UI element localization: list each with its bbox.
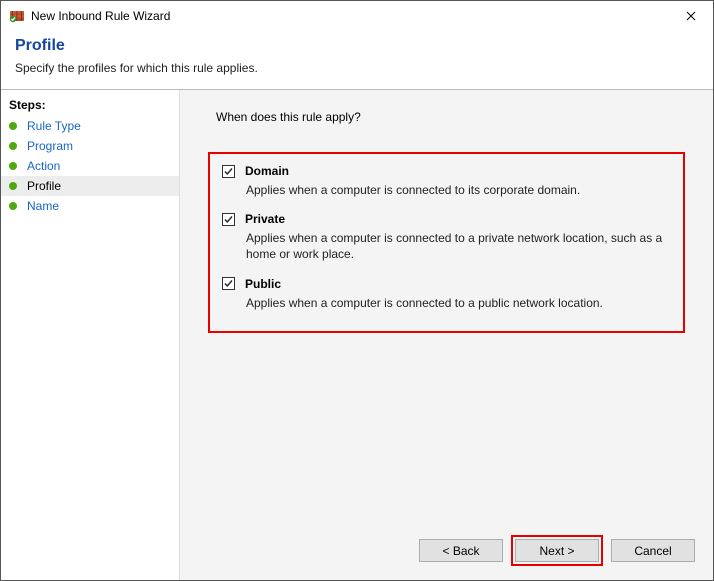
check-icon [223,278,234,289]
close-icon [686,11,696,21]
wizard-header: Profile Specify the profiles for which t… [1,31,713,90]
wizard-content: When does this rule apply? Domain Applie… [179,90,713,580]
step-label: Program [27,139,73,153]
wizard-window: New Inbound Rule Wizard Profile Specify … [0,0,714,581]
option-private: Private Applies when a computer is conne… [222,212,671,262]
check-icon [223,166,234,177]
step-bullet-icon [9,182,17,190]
option-name: Private [245,212,285,226]
titlebar: New Inbound Rule Wizard [1,1,713,31]
back-button[interactable]: < Back [419,539,503,562]
next-button[interactable]: Next > [515,539,599,562]
page-title: Profile [15,37,699,55]
cancel-button[interactable]: Cancel [611,539,695,562]
firewall-icon [9,8,25,24]
option-name: Domain [245,164,289,178]
step-label: Rule Type [27,119,81,133]
window-title: New Inbound Rule Wizard [31,9,669,23]
steps-sidebar: Steps: Rule Type Program Action Profile … [1,90,179,580]
page-description: Specify the profiles for which this rule… [15,61,699,75]
option-domain: Domain Applies when a computer is connec… [222,164,671,198]
step-profile[interactable]: Profile [1,176,179,196]
option-description: Applies when a computer is connected to … [246,230,671,262]
option-name: Public [245,277,281,291]
step-label: Profile [27,179,61,193]
option-public: Public Applies when a computer is connec… [222,277,671,311]
step-program[interactable]: Program [1,136,179,156]
step-name[interactable]: Name [1,196,179,216]
domain-checkbox[interactable] [222,165,235,178]
option-description: Applies when a computer is connected to … [246,295,671,311]
step-action[interactable]: Action [1,156,179,176]
next-highlight: Next > [511,535,603,566]
public-checkbox[interactable] [222,277,235,290]
wizard-footer: < Back Next > Cancel [419,535,695,566]
options-highlight: Domain Applies when a computer is connec… [208,152,685,333]
steps-heading: Steps: [1,96,179,116]
step-bullet-icon [9,202,17,210]
step-bullet-icon [9,142,17,150]
wizard-body: Steps: Rule Type Program Action Profile … [1,90,713,580]
step-rule-type[interactable]: Rule Type [1,116,179,136]
close-button[interactable] [669,1,713,31]
option-description: Applies when a computer is connected to … [246,182,671,198]
content-question: When does this rule apply? [216,110,689,124]
step-label: Action [27,159,60,173]
step-bullet-icon [9,162,17,170]
step-bullet-icon [9,122,17,130]
step-label: Name [27,199,59,213]
check-icon [223,214,234,225]
private-checkbox[interactable] [222,213,235,226]
